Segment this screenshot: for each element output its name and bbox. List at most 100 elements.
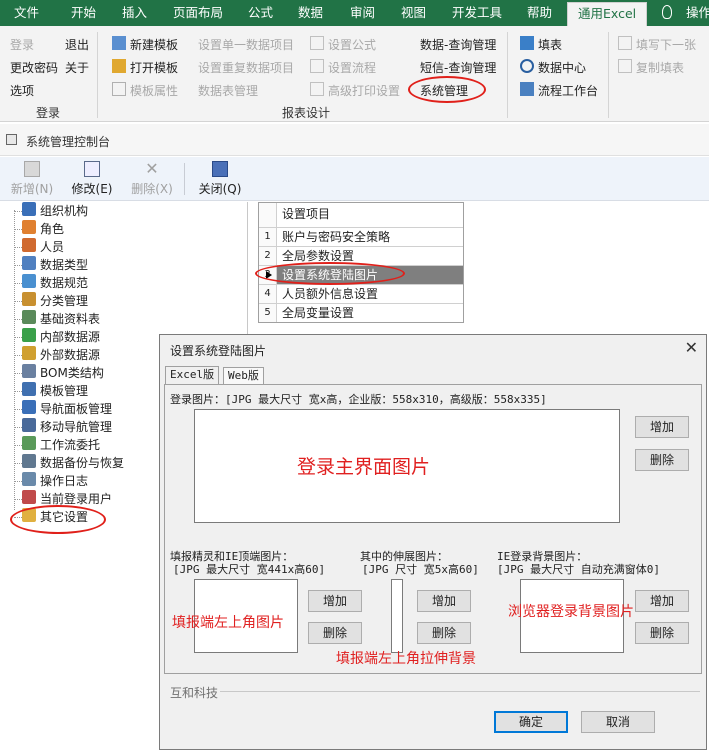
tab-developer[interactable]: 开发工具 <box>452 0 502 26</box>
tree-item-person[interactable]: 人员 <box>22 238 64 256</box>
tree-item-category[interactable]: 分类管理 <box>22 292 88 310</box>
edit-button[interactable]: 修改(E) <box>70 159 114 197</box>
add-button[interactable]: 新增(N) <box>10 159 54 197</box>
tab-insert[interactable]: 插入 <box>122 0 147 26</box>
tree-item-label: 工作流委托 <box>40 438 101 452</box>
flow-icon <box>310 59 324 73</box>
tree-item-log[interactable]: 操作日志 <box>22 472 88 490</box>
footer-divider <box>220 691 700 692</box>
advanced-print-button[interactable]: 高级打印设置 <box>328 82 400 99</box>
set-flow-button[interactable]: 设置流程 <box>328 59 376 76</box>
grid-header: 设置项目 <box>259 203 463 227</box>
tree-item-current-user[interactable]: 当前登录用户 <box>22 490 112 508</box>
data-table-management-button[interactable]: 数据表管理 <box>198 82 258 99</box>
tree-connector <box>14 355 22 356</box>
options-button[interactable]: 选项 <box>10 82 34 99</box>
tree-item-nav-panel[interactable]: 导航面板管理 <box>22 400 112 418</box>
row-label: 设置系统登陆图片 <box>282 268 379 282</box>
tree-item-backup[interactable]: 数据备份与恢复 <box>22 454 124 472</box>
ok-button[interactable]: 确定 <box>494 711 568 733</box>
close-button[interactable]: 关闭(Q) <box>196 159 244 197</box>
set-repeat-data-item-button[interactable]: 设置重复数据项目 <box>198 59 294 76</box>
system-management-button[interactable]: 系统管理 <box>420 82 468 99</box>
tree-item-data-spec[interactable]: 数据规范 <box>22 274 88 292</box>
tree-item-external-source[interactable]: 外部数据源 <box>22 346 100 364</box>
login-add-button[interactable]: 增加 <box>635 416 689 438</box>
grid-row[interactable]: 5 全局变量设置 <box>259 303 463 322</box>
tree-connector <box>14 445 22 446</box>
fill-next-icon <box>618 36 632 50</box>
copy-fill-button[interactable]: 复制填表 <box>636 59 684 76</box>
set-single-data-item-button[interactable]: 设置单一数据项目 <box>198 36 294 53</box>
data-type-icon <box>22 256 36 270</box>
change-password-button[interactable]: 更改密码 <box>10 59 58 76</box>
tab-review[interactable]: 审阅 <box>350 0 375 26</box>
tab-general-excel[interactable]: 通用Excel <box>567 2 648 26</box>
tree-item-label: 数据备份与恢复 <box>40 456 125 470</box>
fill-form-button[interactable]: 填表 <box>538 36 562 53</box>
open-template-icon <box>112 59 126 73</box>
new-template-button[interactable]: 新建模板 <box>130 36 178 53</box>
delete-button[interactable]: ✕ 删除(X) <box>130 159 174 197</box>
template-properties-button[interactable]: 模板属性 <box>130 82 178 99</box>
section1-add-button[interactable]: 增加 <box>308 590 362 612</box>
log-icon <box>22 472 36 486</box>
tree-item-base-table[interactable]: 基础资料表 <box>22 310 100 328</box>
tab-page-layout[interactable]: 页面布局 <box>173 0 223 26</box>
tab-view[interactable]: 视图 <box>401 0 426 26</box>
tab-tell-me[interactable]: 操作 <box>686 0 709 26</box>
logout-button[interactable]: 退出 <box>65 36 89 53</box>
tree-connector <box>14 229 22 230</box>
tab-file[interactable]: 文件 <box>14 0 39 26</box>
tree-connector <box>14 391 22 392</box>
about-button[interactable]: 关于 <box>65 59 89 76</box>
tree-item-label: 内部数据源 <box>40 330 101 344</box>
section3-add-button[interactable]: 增加 <box>635 590 689 612</box>
open-template-button[interactable]: 打开模板 <box>130 59 178 76</box>
data-spec-icon <box>22 274 36 288</box>
login-button[interactable]: 登录 <box>10 36 34 53</box>
tree-item-label: 数据类型 <box>40 258 89 272</box>
section2-add-button[interactable]: 增加 <box>417 590 471 612</box>
tree-item-other-settings[interactable]: 其它设置 <box>22 508 88 526</box>
tab-home[interactable]: 开始 <box>71 0 96 26</box>
toolbar: 新增(N) 修改(E) ✕ 删除(X) 关闭(Q) <box>0 157 709 201</box>
tab-help[interactable]: 帮助 <box>527 0 552 26</box>
tree-item-internal-source[interactable]: 内部数据源 <box>22 328 100 346</box>
data-query-management-button[interactable]: 数据-查询管理 <box>420 36 496 53</box>
tab-data[interactable]: 数据 <box>298 0 323 26</box>
section3-delete-button[interactable]: 删除 <box>635 622 689 644</box>
grid-row[interactable]: 2 全局参数设置 <box>259 246 463 265</box>
grid-row[interactable]: 4 人员额外信息设置 <box>259 284 463 303</box>
external-source-icon <box>22 346 36 360</box>
tree-item-workflow-delegate[interactable]: 工作流委托 <box>22 436 100 454</box>
login-delete-button[interactable]: 删除 <box>635 449 689 471</box>
base-table-icon <box>22 310 36 324</box>
tree-connector <box>14 373 22 374</box>
data-center-button[interactable]: 数据中心 <box>538 59 586 76</box>
tree-item-template[interactable]: 模板管理 <box>22 382 88 400</box>
set-formula-button[interactable]: 设置公式 <box>328 36 376 53</box>
close-icon[interactable]: ✕ <box>685 338 698 357</box>
tree-item-mobile-nav[interactable]: 移动导航管理 <box>22 418 112 436</box>
workflow-desk-button[interactable]: 流程工作台 <box>538 82 598 99</box>
tab-formulas[interactable]: 公式 <box>248 0 273 26</box>
section2-delete-button[interactable]: 删除 <box>417 622 471 644</box>
group-separator <box>608 32 609 118</box>
tree-item-bom[interactable]: BOM类结构 <box>22 364 104 382</box>
group-separator <box>507 32 508 118</box>
tab-excel[interactable]: Excel版 <box>165 366 220 385</box>
tree-item-role[interactable]: 角色 <box>22 220 64 238</box>
sms-query-management-button[interactable]: 短信-查询管理 <box>420 59 496 76</box>
tree-connector <box>14 283 22 284</box>
tab-web[interactable]: Web版 <box>223 367 264 385</box>
tree-item-data-type[interactable]: 数据类型 <box>22 256 88 274</box>
tree-connector <box>14 427 22 428</box>
section1-delete-button[interactable]: 删除 <box>308 622 362 644</box>
fill-next-button[interactable]: 填写下一张 <box>636 36 696 53</box>
grid-row-selected[interactable]: 3 设置系统登陆图片 <box>259 265 463 284</box>
cancel-button[interactable]: 取消 <box>581 711 655 733</box>
tree-item-org[interactable]: 组织机构 <box>22 202 88 220</box>
row-number: 2 <box>259 247 277 265</box>
grid-row[interactable]: 1 账户与密码安全策略 <box>259 227 463 246</box>
